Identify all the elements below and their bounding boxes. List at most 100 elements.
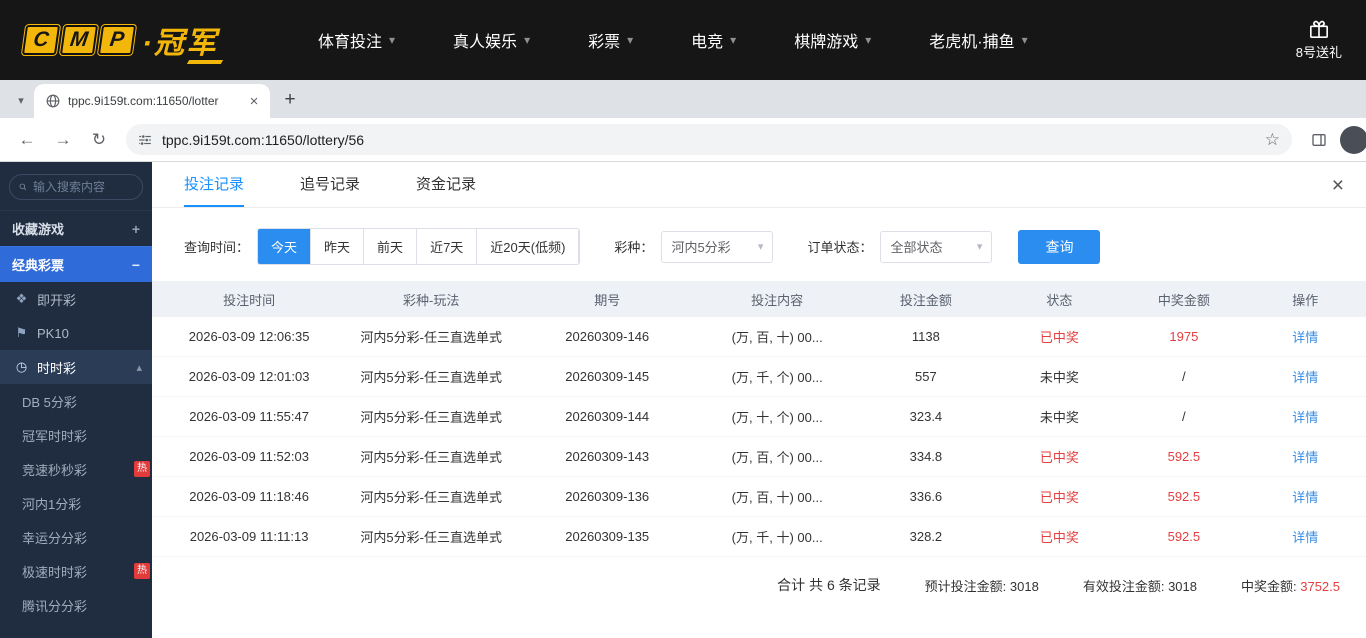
- time-filter-button[interactable]: 近7天: [417, 229, 477, 264]
- bookmark-star-icon[interactable]: ☆: [1265, 130, 1280, 150]
- sidebar-game-item[interactable]: ⚑ PK10: [0, 316, 152, 350]
- order-status-select[interactable]: 全部状态 ▾: [880, 231, 992, 263]
- cell-amount: 328.2: [856, 529, 996, 544]
- browser-tab[interactable]: tppc.9i159t.com:11650/lotter ×: [34, 84, 270, 118]
- game-label: DB 5分彩: [22, 392, 77, 411]
- sidebar-search[interactable]: [9, 174, 143, 200]
- cell-status: 已中奖: [996, 527, 1123, 546]
- side-panel-button[interactable]: [1304, 125, 1334, 155]
- time-filter-button[interactable]: 近20天(低频): [477, 229, 579, 264]
- tab-close-icon[interactable]: ×: [246, 93, 262, 110]
- url-text[interactable]: tppc.9i159t.com:11650/lottery/56: [162, 132, 1255, 148]
- lottery-select[interactable]: 河内5分彩 ▾: [661, 231, 773, 263]
- favorites-label: 收藏游戏: [12, 219, 64, 238]
- detail-link[interactable]: 详情: [1292, 450, 1318, 465]
- gift-promo-button[interactable]: 8号送礼: [1296, 19, 1342, 61]
- header-amount: 投注金额: [856, 290, 996, 309]
- table-row: 2026-03-09 11:52:03 河内5分彩-任三直选单式 2026030…: [152, 437, 1366, 477]
- cell-prize: 592.5: [1123, 449, 1244, 464]
- summary-valid-label: 有效投注金额:: [1083, 579, 1165, 594]
- cell-amount: 557: [856, 369, 996, 384]
- sidebar-search-input[interactable]: [33, 180, 133, 194]
- chevron-down-icon: ▾: [18, 94, 24, 107]
- reload-button[interactable]: ↻: [84, 125, 114, 155]
- main-nav: 体育投注 ▾ 真人娱乐 ▾ 彩票 ▾ 电竞 ▾ 棋牌游戏 ▾: [318, 28, 1028, 52]
- page-content: 收藏游戏 + 经典彩票 − ❖ 即开彩 ⚑ PK10 ◷ 时时彩: [0, 162, 1366, 638]
- summary-prize-value: 3752.5: [1300, 579, 1340, 594]
- back-button[interactable]: ←: [12, 125, 42, 155]
- logo-letter: C: [22, 25, 60, 55]
- cell-issue: 20260309-146: [516, 329, 698, 344]
- sidebar-game-item[interactable]: 腾讯分分彩: [0, 588, 152, 622]
- reload-icon: ↻: [92, 130, 106, 150]
- detail-link[interactable]: 详情: [1292, 370, 1318, 385]
- cell-action: 详情: [1245, 487, 1366, 506]
- header-content: 投注内容: [698, 290, 856, 309]
- side-panel-icon: [1311, 132, 1327, 148]
- nav-menu-item[interactable]: 彩票 ▾: [588, 28, 633, 52]
- cell-bet-time: 2026-03-09 11:55:47: [152, 409, 346, 424]
- records-tabs: 投注记录 追号记录 资金记录 ×: [152, 162, 1366, 208]
- hot-badge: 热: [134, 461, 150, 477]
- sidebar-section-classic-lottery[interactable]: 经典彩票 −: [0, 246, 152, 282]
- cell-content: (万, 十, 个) 00...: [698, 407, 856, 426]
- sidebar-game-item[interactable]: 幸运分分彩: [0, 520, 152, 554]
- nav-menu-item[interactable]: 电竞 ▾: [691, 28, 736, 52]
- cell-play: 河内5分彩-任三直选单式: [346, 447, 516, 466]
- gift-icon: [1308, 19, 1330, 39]
- nav-menu-item[interactable]: 体育投注 ▾: [318, 28, 395, 52]
- records-tab[interactable]: 资金记录: [416, 162, 476, 207]
- table-body: 2026-03-09 12:06:35 河内5分彩-任三直选单式 2026030…: [152, 317, 1366, 557]
- new-tab-button[interactable]: +: [276, 86, 304, 114]
- profile-avatar[interactable]: [1340, 126, 1366, 154]
- detail-link[interactable]: 详情: [1292, 490, 1318, 505]
- detail-link[interactable]: 详情: [1292, 530, 1318, 545]
- sidebar-game-item[interactable]: ❖ 即开彩: [0, 282, 152, 316]
- sidebar-game-item[interactable]: ◷ 时时彩 ▴: [0, 350, 152, 384]
- cell-status: 已中奖: [996, 487, 1123, 506]
- cell-bet-time: 2026-03-09 11:52:03: [152, 449, 346, 464]
- sidebar-game-item[interactable]: DB 5分彩: [0, 384, 152, 418]
- site-logo[interactable]: C M P ·冠军: [24, 18, 218, 62]
- time-filter-button[interactable]: 今天: [258, 229, 311, 264]
- logo-letter: P: [98, 25, 136, 55]
- cell-bet-time: 2026-03-09 11:18:46: [152, 489, 346, 504]
- game-label: 河内1分彩: [22, 494, 81, 513]
- sidebar-section-favorites[interactable]: 收藏游戏 +: [0, 210, 152, 246]
- cell-amount: 336.6: [856, 489, 996, 504]
- table-header: 投注时间 彩种-玩法 期号 投注内容 投注金额 状态 中奖金额 操作: [152, 281, 1366, 317]
- panel-close-icon[interactable]: ×: [1332, 174, 1344, 198]
- nav-menu-item[interactable]: 棋牌游戏 ▾: [794, 28, 871, 52]
- summary-valid: 有效投注金额: 3018: [1083, 576, 1197, 595]
- nav-menu-label: 真人娱乐: [453, 28, 517, 52]
- browser-tabstrip: ▾ tppc.9i159t.com:11650/lotter × +: [0, 80, 1366, 118]
- plus-icon: +: [132, 221, 140, 237]
- address-bar[interactable]: tppc.9i159t.com:11650/lottery/56 ☆: [126, 124, 1292, 155]
- detail-link[interactable]: 详情: [1292, 410, 1318, 425]
- game-label: PK10: [37, 326, 69, 341]
- forward-button[interactable]: →: [48, 125, 78, 155]
- cell-content: (万, 千, 十) 00...: [698, 527, 856, 546]
- tab-search-button[interactable]: ▾: [8, 87, 34, 113]
- sidebar-game-item[interactable]: 竞速秒秒彩 热: [0, 452, 152, 486]
- query-button[interactable]: 查询: [1018, 230, 1100, 264]
- time-filter-button[interactable]: 前天: [364, 229, 417, 264]
- summary-valid-value: 3018: [1168, 579, 1197, 594]
- time-filter-button[interactable]: 昨天: [311, 229, 364, 264]
- sidebar-game-item[interactable]: 河内1分彩: [0, 486, 152, 520]
- records-panel: 投注记录 追号记录 资金记录 × 查询时间： 今天 昨天: [152, 162, 1366, 638]
- nav-menu-label: 彩票: [588, 28, 620, 52]
- plus-icon: +: [284, 89, 295, 111]
- sidebar-game-item[interactable]: 极速时时彩 热: [0, 554, 152, 588]
- sidebar-game-item[interactable]: 冠军时时彩: [0, 418, 152, 452]
- globe-favicon-icon: [46, 94, 60, 108]
- nav-menu-label: 电竞: [691, 28, 723, 52]
- detail-link[interactable]: 详情: [1292, 330, 1318, 345]
- summary-expected-value: 3018: [1010, 579, 1039, 594]
- records-tab[interactable]: 投注记录: [184, 162, 244, 207]
- cell-action: 详情: [1245, 407, 1366, 426]
- nav-menu-item[interactable]: 老虎机·捕鱼 ▾: [929, 28, 1027, 52]
- nav-menu-item[interactable]: 真人娱乐 ▾: [453, 28, 530, 52]
- cell-prize: 592.5: [1123, 489, 1244, 504]
- records-tab[interactable]: 追号记录: [300, 162, 360, 207]
